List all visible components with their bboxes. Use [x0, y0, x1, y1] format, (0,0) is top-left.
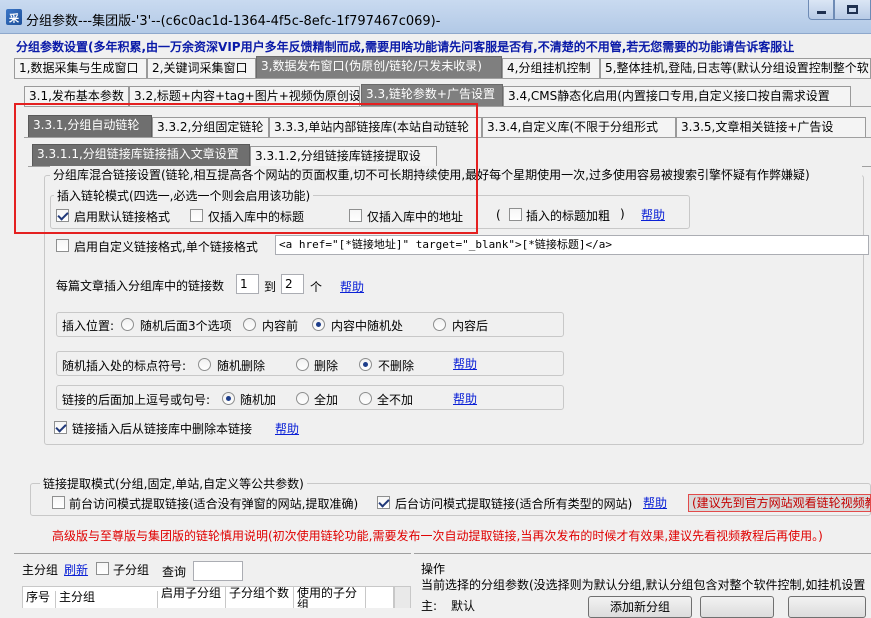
comma-random-label: 随机加 [240, 393, 277, 407]
punct-keep-label: 不删除 [378, 359, 415, 373]
maximize-button[interactable] [834, 0, 871, 20]
bold-title-label: 插入的标题加粗 [526, 209, 611, 223]
tab-custom-library[interactable]: 3.3.4,自定义库(不限于分组形式 [482, 117, 676, 137]
delete-after-help-link[interactable]: 帮助 [275, 420, 299, 437]
custom-format-checkbox[interactable] [56, 239, 69, 252]
link-count-help-link[interactable]: 帮助 [340, 278, 364, 295]
query-label: 查询 [162, 565, 187, 579]
position-label: 插入位置: [62, 319, 115, 333]
highlight-annotation [14, 103, 478, 234]
column-header-index[interactable]: 序号 [23, 591, 56, 608]
bold-paren-open: ( [496, 208, 501, 222]
comma-all-label: 全加 [314, 393, 339, 407]
window-title: 分组参数---集团版-'3'--(c6c0ac1d-1364-4f5c-8efc… [26, 14, 441, 29]
main-tab-baseline [14, 78, 871, 79]
punct-random-delete-label: 随机删除 [217, 359, 266, 373]
position-after-radio[interactable] [433, 318, 446, 331]
operation-description: 当前选择的分组参数(没选择则为默认分组,默认分组包含对整个软件控制,如挂机设置 [421, 578, 866, 592]
main-group-label: 主: [421, 599, 438, 613]
sub-group-checkbox[interactable] [96, 562, 109, 575]
tab-group-control[interactable]: 4,分组挂机控制 [502, 58, 600, 78]
position-random-label: 随机后面3个选项 [140, 319, 232, 333]
position-middle-label: 内容中随机处 [331, 319, 404, 333]
column-header-sub-used[interactable]: 使用的子分组 [294, 587, 366, 608]
bold-title-checkbox[interactable] [509, 208, 522, 221]
punct-keep-radio[interactable] [359, 358, 372, 371]
link-count-label: 每篇文章插入分组库中的链接数 [56, 279, 225, 293]
comma-label: 链接的后面加上逗号或句号: [62, 393, 211, 407]
bottom-right-divider [414, 553, 871, 554]
punctuation-label: 随机插入处的标点符号: [62, 359, 187, 373]
banner-text: 分组参数设置(多年积累,由一万余资深VIP用户多年反馈精制而成,需要用啥功能请先… [16, 40, 795, 54]
front-extract-label: 前台访问模式提取链接(适合没有弹窗的网站,提取准确) [69, 497, 359, 511]
comma-random-radio[interactable] [222, 392, 235, 405]
bold-paren-close: ) [620, 207, 625, 221]
wheel-caution-notice: 高级版与至尊版与集团版的链轮慎用说明(初次使用链轮功能,需要发布一次自动提取链接… [52, 529, 823, 543]
delete-after-checkbox[interactable] [54, 421, 67, 434]
bottom-left-divider [14, 553, 411, 554]
tab-related-links-ads[interactable]: 3.3.5,文章相关链接+广告设 [676, 117, 866, 137]
tab-cms-static[interactable]: 3.4,CMS静态化启用(内置接口专用,自定义接口按自需求设置 [503, 86, 851, 106]
main-group-title: 主分组 [22, 563, 59, 577]
link-count-to-input[interactable]: 2 [281, 274, 304, 294]
position-before-radio[interactable] [243, 318, 256, 331]
position-before-label: 内容前 [262, 319, 299, 333]
comma-all-radio[interactable] [296, 392, 309, 405]
column-header-sub-count[interactable]: 子分组个数 [226, 587, 294, 608]
position-after-label: 内容后 [452, 319, 489, 333]
delete-after-label: 链接插入后从链接库中删除本链接 [72, 422, 253, 436]
custom-format-input[interactable]: <a href="[*链接地址]" target="_blank">[*链接标题… [275, 235, 869, 255]
group-table-scrollbar[interactable] [394, 586, 411, 608]
minimize-button[interactable] [808, 0, 834, 20]
punct-delete-radio[interactable] [296, 358, 309, 371]
tab-keyword-collect[interactable]: 2,关键词采集窗口 [147, 58, 256, 78]
column-header-sub-enabled[interactable]: 启用子分组 [158, 587, 226, 608]
main-group-value: 默认 [451, 599, 476, 613]
tab-hangup-login[interactable]: 5,整体挂机,登陆,日志等(默认分组设置控制整个软 [600, 58, 871, 78]
tab-data-publish[interactable]: 3,数据发布窗口(伪原创/链轮/只发未收录) [256, 56, 502, 78]
add-group-button[interactable]: 添加新分组 [588, 596, 692, 618]
query-input[interactable] [193, 561, 243, 581]
extract-mode-legend: 链接提取模式(分组,固定,单站,自定义等公共参数) [40, 475, 307, 492]
comma-none-radio[interactable] [359, 392, 372, 405]
minimize-icon [816, 11, 826, 14]
punct-random-delete-radio[interactable] [198, 358, 211, 371]
app-icon: 采 [6, 9, 22, 25]
sub-group-label: 子分组 [113, 563, 150, 577]
operation-title: 操作 [421, 562, 446, 576]
link-count-from-input[interactable]: 1 [236, 274, 259, 294]
column-header-main-group[interactable]: 主分组 [56, 591, 158, 608]
comma-none-label: 全不加 [377, 393, 414, 407]
front-extract-checkbox[interactable] [52, 496, 65, 509]
group-action-button-3[interactable] [788, 596, 866, 618]
custom-format-label: 启用自定义链接格式,单个链接格式 [74, 240, 258, 254]
video-tutorial-warning: (建议先到官方网站观看链轮视频教 [688, 494, 871, 512]
extract-help-link[interactable]: 帮助 [643, 494, 667, 511]
punctuation-help-link[interactable]: 帮助 [453, 355, 477, 372]
position-random-radio[interactable] [121, 318, 134, 331]
refresh-link[interactable]: 刷新 [64, 561, 88, 578]
back-extract-label: 后台访问模式提取链接(适合所有类型的网站) [395, 497, 633, 511]
group-action-button-2[interactable] [700, 596, 774, 618]
position-middle-radio[interactable] [312, 318, 325, 331]
maximize-icon [847, 5, 858, 14]
insert-mode-help-link[interactable]: 帮助 [641, 206, 665, 223]
comma-help-link[interactable]: 帮助 [453, 390, 477, 407]
link-count-to-label: 到 [264, 280, 277, 294]
tab-data-collect[interactable]: 1,数据采集与生成窗口 [14, 58, 147, 78]
punct-delete-label: 删除 [314, 359, 339, 373]
back-extract-checkbox[interactable] [377, 496, 390, 509]
link-count-unit: 个 [310, 280, 323, 294]
